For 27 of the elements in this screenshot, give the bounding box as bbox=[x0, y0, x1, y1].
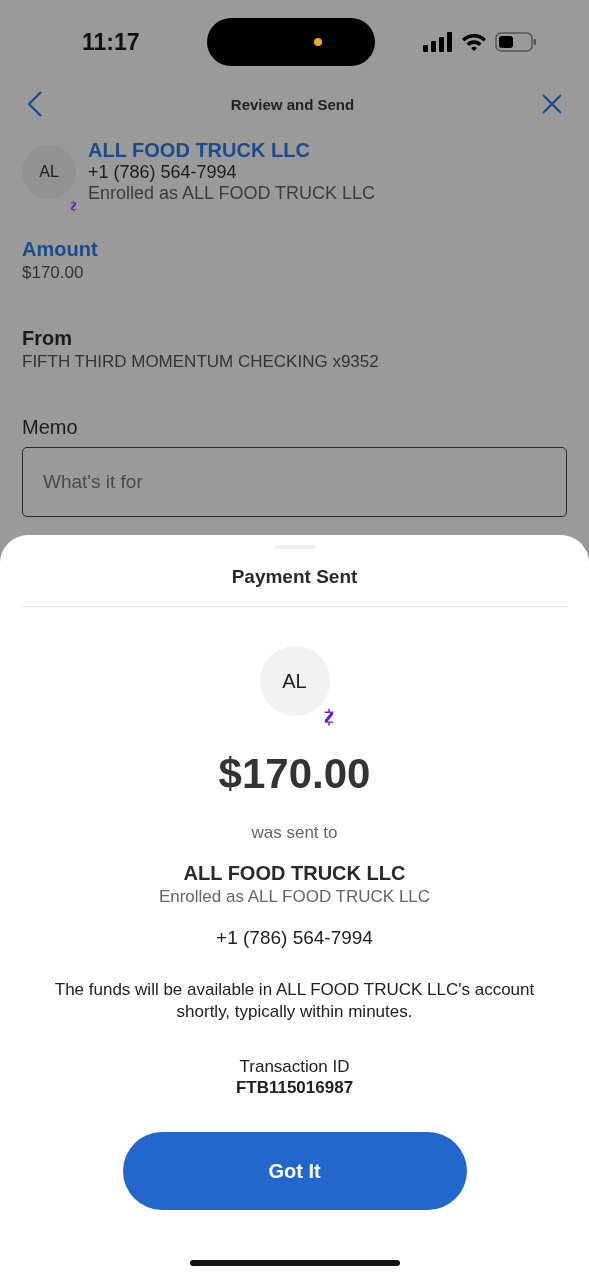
enrolled-text: Enrolled as ALL FOOD TRUCK LLC bbox=[88, 183, 376, 204]
amount-label: Amount bbox=[22, 238, 99, 261]
battery-icon bbox=[495, 32, 537, 52]
transaction-label: Transaction ID bbox=[239, 1055, 350, 1077]
sheet-title: Payment Sent bbox=[231, 566, 358, 588]
signal-icon bbox=[423, 32, 453, 52]
sent-amount: $170.00 bbox=[218, 750, 371, 798]
memo-label: Memo bbox=[22, 416, 79, 439]
avatar: AL bbox=[259, 646, 330, 716]
recipient-name: ALL FOOD TRUCK LLC bbox=[183, 861, 406, 887]
sent-to-text: was sent to bbox=[251, 822, 338, 844]
zelle-icon bbox=[69, 198, 78, 213]
avatar: AL bbox=[22, 145, 76, 199]
funds-message: The funds will be available in ALL FOOD TRUCK LLC's account shortly, typically within minutes. bbox=[53, 979, 536, 1022]
status-time: 11:17 bbox=[82, 28, 140, 56]
screen-title: Review and Send bbox=[230, 95, 355, 113]
transaction-id: FTB115016987 bbox=[235, 1077, 354, 1099]
amount-value: $170.00 bbox=[22, 263, 85, 283]
recipient-phone: +1 (786) 564-7994 bbox=[88, 162, 238, 183]
enrolled-text: Enrolled as ALL FOOD TRUCK LLC bbox=[158, 886, 431, 908]
recipient-name: ALL FOOD TRUCK LLC bbox=[88, 139, 311, 162]
recipient-phone: +1 (786) 564-7994 bbox=[216, 925, 373, 950]
memo-field[interactable]: What's it for bbox=[22, 447, 567, 517]
wifi-icon bbox=[461, 32, 487, 52]
from-account: FIFTH THIRD MOMENTUM CHECKING x9352 bbox=[22, 352, 380, 372]
got-it-button[interactable]: Got It bbox=[122, 1132, 467, 1211]
from-label: From bbox=[22, 327, 73, 350]
